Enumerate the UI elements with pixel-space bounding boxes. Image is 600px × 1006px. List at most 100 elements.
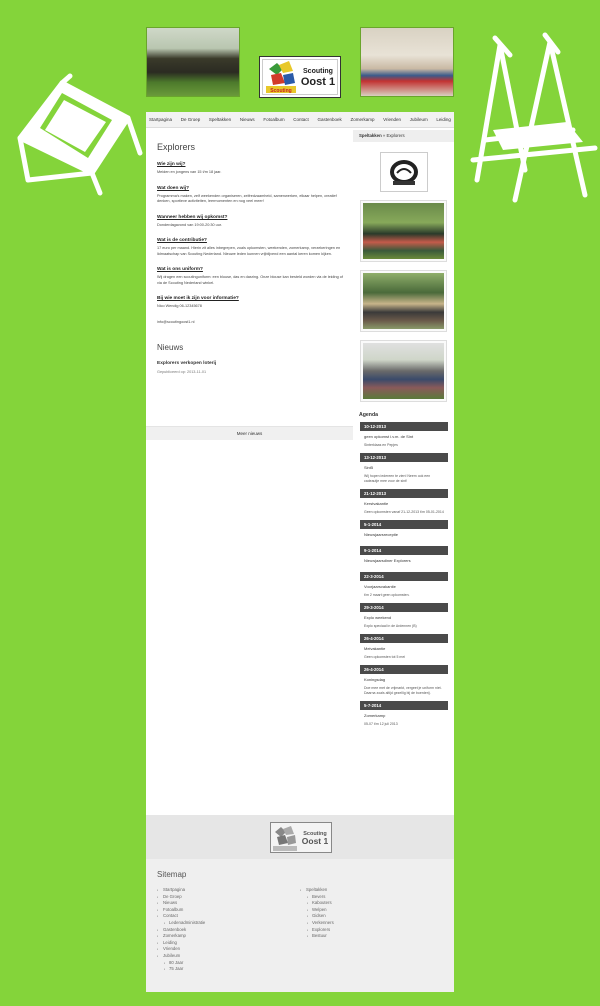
clubhouse-photo — [146, 27, 240, 97]
nav-item-speltakken[interactable]: Speltakken — [209, 117, 231, 122]
agenda-item[interactable]: 5-7-2014 Zomerkamp 05-07 t/m 12 juli 2013 — [360, 701, 448, 732]
nav-item-vrienden[interactable]: Vrienden — [383, 117, 401, 122]
agenda-item[interactable]: 5-1-2014 Nieuwjaarsreceptie — [360, 520, 448, 546]
sitemap-link[interactable]: Bestuur — [300, 933, 443, 940]
sitemap-link[interactable]: De Groep — [157, 894, 300, 901]
agenda-title: Explo weekend — [364, 615, 392, 620]
news-item-date: Gepubliceerd op: 2013-11-01 — [157, 370, 207, 374]
footer-logo-band: Scouting Oost 1 — [146, 815, 454, 859]
agenda-item[interactable]: 21-12-2013 Kerstvakantie Geen opkomsten v… — [360, 489, 448, 520]
nav-item-leiding[interactable]: Leiding — [436, 117, 451, 122]
agenda-desc: Doe mee met de vrijmarkt, vergeet je uni… — [364, 686, 442, 695]
agenda-desc: Explo speciaal in de Ardennen (B) — [364, 624, 417, 628]
tent-illustration-right — [470, 32, 598, 203]
answer-text: 17 euro per maand. Hierin zit alles inbe… — [157, 246, 341, 256]
qa-section: Wie zijn wij? Meiden en jongens van 15 t… — [157, 162, 343, 176]
sitemap-link[interactable]: Welpen — [300, 907, 443, 914]
sitemap-link[interactable]: Vrienden — [157, 946, 300, 953]
sitemap-link[interactable]: Contact — [157, 913, 300, 920]
agenda-desc: Geen opkomsten vanaf 21-12-2013 t/m 05-0… — [364, 510, 444, 514]
agenda-item[interactable]: 22-3-2014 Voorjaarsvakantie t/m 2 maart g… — [360, 572, 448, 603]
agenda-date: 26-4-2014 — [360, 665, 448, 674]
agenda-date: 21-12-2013 — [360, 489, 448, 498]
agenda-list: 10-12-2013 geen opkomst i.v.m. de Sint Si… — [353, 422, 454, 732]
agenda-item[interactable]: 10-12-2013 geen opkomst i.v.m. de Sint Si… — [360, 422, 448, 453]
nav-item-nieuws[interactable]: Nieuws — [240, 117, 255, 122]
qa-section: Wat is ons uniform? Wij dragen een scout… — [157, 267, 343, 286]
scouting-logo-icon: Scouting — [266, 61, 296, 94]
sitemap-link[interactable]: 80 Jaar — [157, 960, 300, 967]
sitemap-link[interactable]: Ledenadministratie — [157, 920, 300, 927]
agenda-title: Koningsdag — [364, 677, 386, 682]
agenda-title: Kerstvakantie — [364, 501, 389, 506]
question-heading: Wat is de contributie? — [157, 238, 207, 243]
sitemap: Sitemap StartpaginaDe GroepNieuwsFotoalb… — [146, 859, 454, 992]
sitemap-link[interactable]: 75 Jaar — [157, 966, 300, 973]
page-container: Startpagina De Groep Speltakken Nieuws F… — [146, 112, 454, 992]
logo-mark-text: Scouting — [270, 88, 291, 94]
logo-line2: Oost 1 — [300, 76, 336, 88]
explorers-photo[interactable] — [360, 340, 447, 402]
explorers-badge-icon — [389, 160, 418, 185]
breadcrumb-parent[interactable]: Speltakken — [359, 133, 382, 138]
agenda-title: Zomerkamp — [364, 713, 386, 718]
sitemap-link[interactable]: Nieuws — [157, 900, 300, 907]
sitemap-link[interactable]: Jubileum — [157, 953, 300, 960]
footer-logo[interactable]: Scouting Oost 1 — [270, 822, 332, 853]
sitemap-link[interactable]: Explorers — [300, 927, 443, 934]
explorers-photo[interactable] — [360, 270, 447, 332]
agenda-title: Sint5 — [364, 465, 374, 470]
qa-section: Wat doen wij? Programma's maken, zelf we… — [157, 186, 343, 205]
agenda-item[interactable]: 26-4-2014 Koningsdag Doe mee met de vrijm… — [360, 665, 448, 701]
sitemap-link[interactable]: Zomerkamp — [157, 933, 300, 940]
answer-text: Meiden en jongens van 15 t/m 18 jaar. — [157, 170, 222, 174]
sitemap-link[interactable]: Leiding — [157, 940, 300, 947]
nav-item-startpagina[interactable]: Startpagina — [149, 117, 172, 122]
contact-email-link[interactable]: info@scoutingoost1.nl — [157, 320, 343, 326]
sitemap-link[interactable]: Verkenners — [300, 920, 443, 927]
agenda-date: 9-1-2014 — [360, 546, 448, 555]
nav-item-zomerkamp[interactable]: Zomerkamp — [350, 117, 374, 122]
agenda-title: Voorjaarsvakantie — [364, 584, 396, 589]
sitemap-link[interactable]: Gidsen — [300, 913, 443, 920]
agenda-title: Meivakantie — [364, 646, 386, 651]
agenda-item[interactable]: 29-3-2014 Explo weekend Explo speciaal in… — [360, 603, 448, 634]
sitemap-link[interactable]: Speltakken — [300, 887, 443, 894]
agenda-desc: Wij hopen iedereen te zien! Neem ook een… — [364, 474, 431, 483]
nav-item-gastenboek[interactable]: Gastenboek — [317, 117, 341, 122]
agenda-date: 22-3-2014 — [360, 572, 448, 581]
agenda-desc: t/m 2 maart geen opkomsten. — [364, 593, 410, 597]
qa-section: Wat is de contributie? 17 euro per maand… — [157, 238, 343, 257]
more-news-button[interactable]: Meer nieuws — [146, 426, 353, 440]
qa-section: Wanneer hebben wij opkomst? Donderdagavo… — [157, 215, 343, 229]
question-heading: Wie zijn wij? — [157, 162, 186, 167]
answer-text: Wij dragen een scoutinguniform: een blou… — [157, 275, 343, 285]
agenda-item[interactable]: 9-1-2014 Nieuwjaarsdiner Explorers — [360, 546, 448, 572]
sidebar: Speltakken » Explorers Agenda 10-12-2013… — [353, 130, 454, 732]
agenda-heading: Agenda — [359, 412, 379, 418]
sitemap-link[interactable]: Fotoalbum — [157, 907, 300, 914]
nav-item-fotoalbum[interactable]: Fotoalbum — [263, 117, 284, 122]
sitemap-link[interactable]: Startpagina — [157, 887, 300, 894]
agenda-item[interactable]: 26-4-2014 Meivakantie Geen opkomsten tot … — [360, 634, 448, 665]
news-item-title[interactable]: Explorers verkopen loterij — [157, 361, 343, 366]
tent-illustration-left — [17, 73, 143, 196]
nav-item-de-groep[interactable]: De Groep — [181, 117, 201, 122]
sitemap-heading: Sitemap — [157, 870, 187, 879]
sitemap-link[interactable]: Gastenboek — [157, 927, 300, 934]
agenda-date: 10-12-2013 — [360, 422, 448, 431]
breadcrumb-current: Explorers — [386, 133, 405, 138]
agenda-item[interactable]: 13-12-2013 Sint5 Wij hopen iedereen te zi… — [360, 453, 448, 489]
clubroom-photo — [360, 27, 454, 97]
answer-text: Nico Wendig 06-12345678 — [157, 304, 202, 308]
qa-section: Bij wie moet ik zijn voor informatie? Ni… — [157, 296, 343, 310]
sitemap-link[interactable]: Bevers — [300, 894, 443, 901]
nav-item-jubileum[interactable]: Jubileum — [410, 117, 428, 122]
nav-item-contact[interactable]: Contact — [293, 117, 309, 122]
sitemap-link[interactable]: Kabouters — [300, 900, 443, 907]
site-logo[interactable]: Scouting Scouting Oost 1 — [259, 56, 341, 98]
question-heading: Wanneer hebben wij opkomst? — [157, 214, 228, 220]
explorers-photo[interactable] — [360, 200, 447, 262]
news-heading: Nieuws — [157, 343, 184, 352]
footer-scouting-logo-icon — [273, 825, 297, 851]
